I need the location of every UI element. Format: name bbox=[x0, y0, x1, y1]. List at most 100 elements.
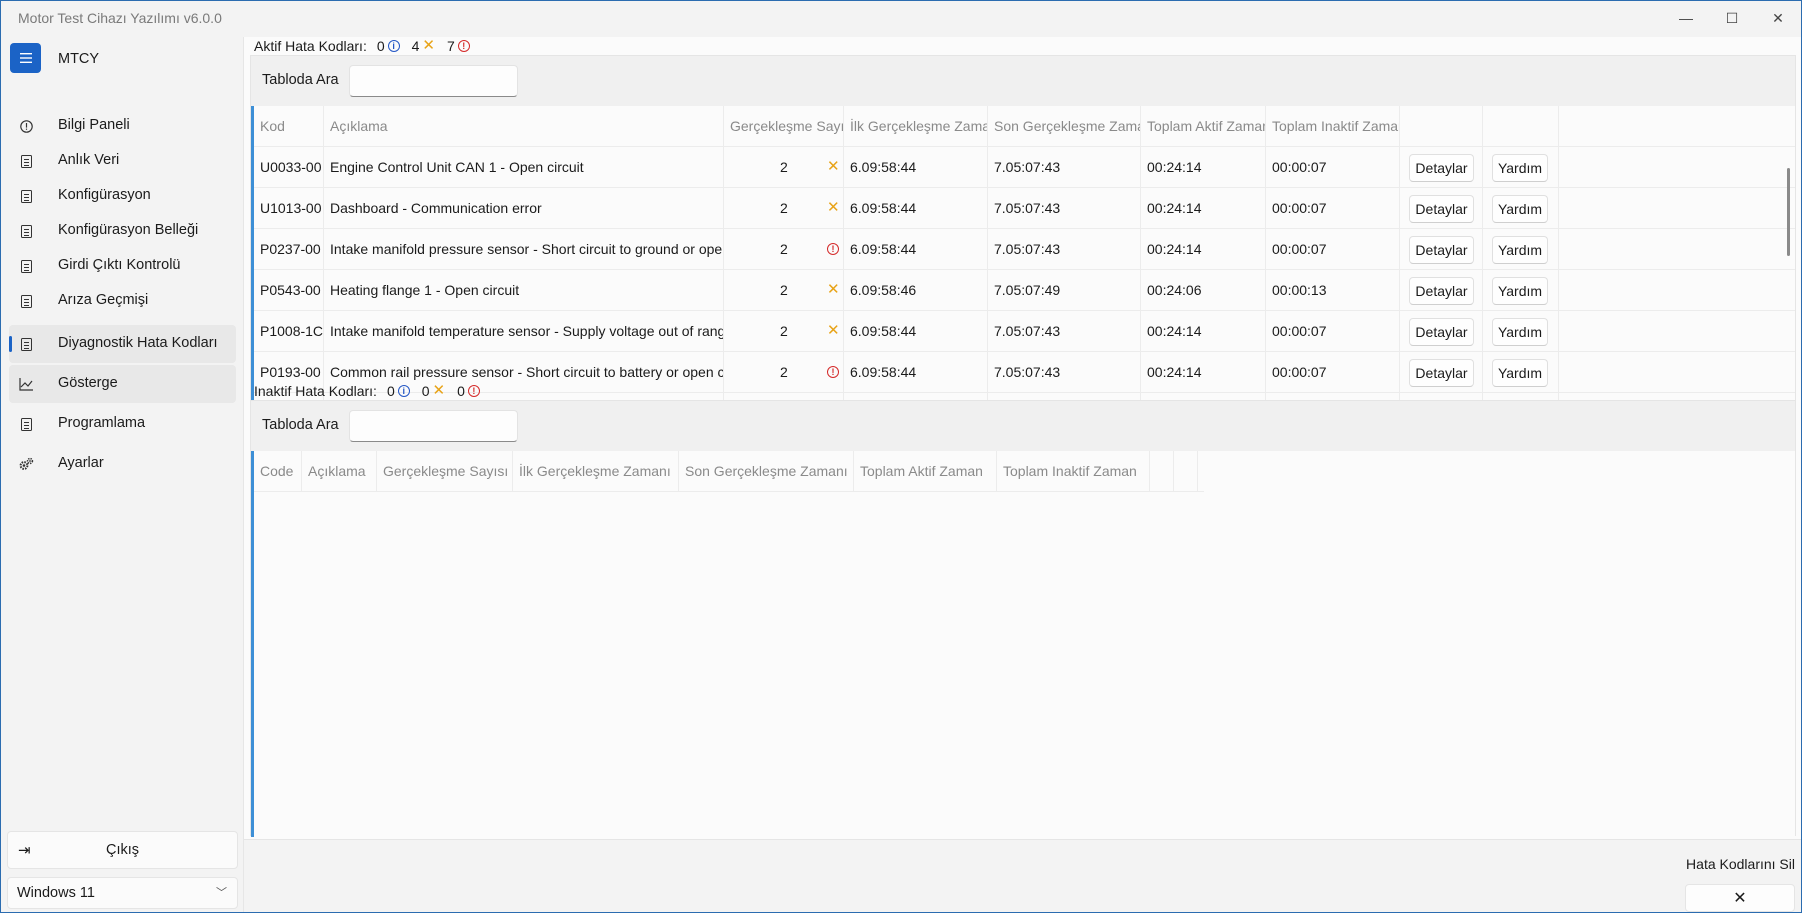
col-header-code[interactable]: Kod bbox=[254, 106, 324, 146]
col-header-last-time[interactable]: Son Gerçekleşme Zamanı bbox=[679, 451, 854, 491]
nav-item-anlik-veri[interactable]: Anlık Veri bbox=[9, 142, 236, 180]
warning-x-icon: ✕ bbox=[422, 37, 435, 54]
details-button[interactable]: Detaylar bbox=[1409, 359, 1474, 387]
details-button[interactable]: Detaylar bbox=[1409, 154, 1474, 182]
nav-item-label: Arıza Geçmişi bbox=[58, 292, 149, 308]
inactive-codes-table: Code Açıklama Gerçekleşme Sayısı İlk Ger… bbox=[251, 451, 1795, 837]
cell-inactive-time: 00:00:07 bbox=[1266, 229, 1400, 269]
app-window: Motor Test Cihazı Yazılımı v6.0.0 — ☐ ✕ … bbox=[0, 0, 1802, 913]
nav-item-diyagnostik-hata-kodlari[interactable]: Diyagnostik Hata Kodları bbox=[9, 325, 236, 363]
active-codes-label: Aktif Hata Kodları: bbox=[254, 38, 367, 54]
inactive-codes-panel: Tabloda Ara Code Açıklama Gerçekleşme Sa… bbox=[250, 400, 1796, 837]
nav-item-ariza-gecmisi[interactable]: Arıza Geçmişi bbox=[9, 282, 236, 320]
count-value: 2 bbox=[780, 282, 788, 298]
document-icon bbox=[18, 293, 34, 309]
cell-description: Engine Control Unit CAN 1 - Open circuit bbox=[324, 147, 724, 187]
info-icon bbox=[18, 118, 34, 134]
nav-item-ayarlar[interactable]: Ayarlar bbox=[9, 445, 236, 483]
hamburger-icon bbox=[19, 53, 32, 63]
nav-item-label: Konfigürasyon Belleği bbox=[58, 222, 199, 238]
nav-item-programlama[interactable]: Programlama bbox=[9, 405, 236, 443]
nav-item-konfigurasyon[interactable]: Konfigürasyon bbox=[9, 177, 236, 215]
table-scrollbar[interactable] bbox=[1787, 168, 1790, 256]
active-search-row: Tabloda Ara bbox=[251, 56, 1795, 106]
col-header-last-time[interactable]: Son Gerçekleşme Zamanı bbox=[988, 106, 1141, 146]
table-row[interactable]: P1008-1C Intake manifold temperature sens… bbox=[254, 311, 1795, 352]
table-row[interactable]: U0033-00 Engine Control Unit CAN 1 - Open… bbox=[254, 147, 1795, 188]
col-header-inactive-time[interactable]: Toplam Inaktif Zaman bbox=[1266, 106, 1400, 146]
table-header-row: Code Açıklama Gerçekleşme Sayısı İlk Ger… bbox=[254, 451, 1204, 492]
details-button[interactable]: Detaylar bbox=[1409, 277, 1474, 305]
nav-item-gosterge[interactable]: Gösterge bbox=[9, 365, 236, 403]
sidebar: MTCY Bilgi Paneli Anlık Veri Konfigürasy… bbox=[1, 37, 242, 912]
col-header-details bbox=[1150, 451, 1174, 491]
os-select-value: Windows 11 bbox=[17, 885, 95, 901]
footer-bar: Hata Kodlarını Sil ✕ bbox=[244, 839, 1801, 912]
cell-last-time: 7.05:07:43 bbox=[988, 147, 1141, 187]
cell-count: 2 ✕ bbox=[724, 270, 844, 310]
warning-x-icon: ✕ bbox=[432, 382, 446, 399]
cell-first-time: 6.09:58:44 bbox=[844, 188, 988, 228]
col-header-help bbox=[1483, 106, 1559, 146]
cell-active-time: 00:24:14 bbox=[1141, 352, 1266, 392]
cell-description: Heating flange 1 - Open circuit bbox=[324, 270, 724, 310]
cell-active-time: 00:24:14 bbox=[1141, 229, 1266, 269]
help-button[interactable]: Yardım bbox=[1492, 318, 1548, 346]
col-header-inactive-time[interactable]: Toplam Inaktif Zaman bbox=[997, 451, 1150, 491]
nav-item-label: Bilgi Paneli bbox=[58, 117, 130, 133]
nav-item-label: Gösterge bbox=[58, 375, 118, 391]
error-count: 7 bbox=[447, 38, 455, 54]
count-value: 2 bbox=[780, 241, 788, 257]
col-header-count[interactable]: Gerçekleşme Sayısı bbox=[377, 451, 513, 491]
cell-last-time: 7.05:07:43 bbox=[988, 229, 1141, 269]
cell-active-time: 00:24:14 bbox=[1141, 311, 1266, 351]
exit-button[interactable]: ⇥ Çıkış bbox=[7, 831, 238, 869]
cell-active-time: 00:24:14 bbox=[1141, 147, 1266, 187]
table-row[interactable]: U1013-00 Dashboard - Communication error 2… bbox=[254, 188, 1795, 229]
cell-code: U0033-00 bbox=[254, 147, 324, 187]
help-button[interactable]: Yardım bbox=[1492, 277, 1548, 305]
active-search-label: Tabloda Ara bbox=[262, 72, 339, 88]
os-select[interactable]: Windows 11 ﹀ bbox=[7, 877, 238, 909]
col-header-first-time[interactable]: İlk Gerçekleşme Zamanı bbox=[844, 106, 988, 146]
count-value: 2 bbox=[780, 200, 788, 216]
info-count: 0 bbox=[386, 383, 395, 399]
gears-icon bbox=[18, 456, 34, 472]
nav-item-label: Ayarlar bbox=[58, 455, 104, 471]
col-header-active-time[interactable]: Toplam Aktif Zaman bbox=[1141, 106, 1266, 146]
nav-item-konfigurasyon-bellegi[interactable]: Konfigürasyon Belleği bbox=[9, 212, 236, 250]
details-button[interactable]: Detaylar bbox=[1409, 195, 1474, 223]
close-window-button[interactable]: ✕ bbox=[1755, 1, 1801, 35]
help-button[interactable]: Yardım bbox=[1492, 154, 1548, 182]
help-button[interactable]: Yardım bbox=[1492, 236, 1548, 264]
col-header-description[interactable]: Açıklama bbox=[302, 451, 377, 491]
nav-item-girdi-cikti-kontrolu[interactable]: Girdi Çıktı Kontrolü bbox=[9, 247, 236, 285]
minimize-button[interactable]: — bbox=[1663, 1, 1709, 35]
cell-description: Intake manifold pressure sensor - Short … bbox=[324, 229, 724, 269]
maximize-button[interactable]: ☐ bbox=[1709, 1, 1755, 35]
col-header-first-time[interactable]: İlk Gerçekleşme Zamanı bbox=[513, 451, 679, 491]
nav-item-bilgi-paneli[interactable]: Bilgi Paneli bbox=[9, 107, 236, 145]
document-icon bbox=[18, 336, 34, 352]
details-button[interactable]: Detaylar bbox=[1409, 236, 1474, 264]
document-icon bbox=[18, 223, 34, 239]
col-header-count[interactable]: Gerçekleşme Sayısı bbox=[724, 106, 844, 146]
inactive-search-input[interactable] bbox=[349, 410, 518, 442]
help-button[interactable]: Yardım bbox=[1492, 195, 1548, 223]
cell-code: U1013-00 bbox=[254, 188, 324, 228]
inactive-search-row: Tabloda Ara bbox=[251, 401, 1795, 451]
table-row[interactable]: P0543-00 Heating flange 1 - Open circuit 2… bbox=[254, 270, 1795, 311]
active-search-input[interactable] bbox=[349, 65, 518, 97]
details-button[interactable]: Detaylar bbox=[1409, 318, 1474, 346]
nav-item-label: Girdi Çıktı Kontrolü bbox=[58, 257, 181, 273]
table-row[interactable]: P0193-00 Common rail pressure sensor - Sh… bbox=[254, 352, 1795, 393]
error-icon: ! bbox=[457, 40, 470, 52]
col-header-description[interactable]: Açıklama bbox=[324, 106, 724, 146]
table-row[interactable]: P0237-00 Intake manifold pressure sensor … bbox=[254, 229, 1795, 270]
col-header-code[interactable]: Code bbox=[254, 451, 302, 491]
clear-codes-button[interactable]: ✕ bbox=[1685, 884, 1795, 912]
col-header-active-time[interactable]: Toplam Aktif Zaman bbox=[854, 451, 997, 491]
help-button[interactable]: Yardım bbox=[1492, 359, 1548, 387]
menu-toggle-button[interactable] bbox=[10, 43, 41, 73]
inactive-search-label: Tabloda Ara bbox=[262, 417, 339, 433]
